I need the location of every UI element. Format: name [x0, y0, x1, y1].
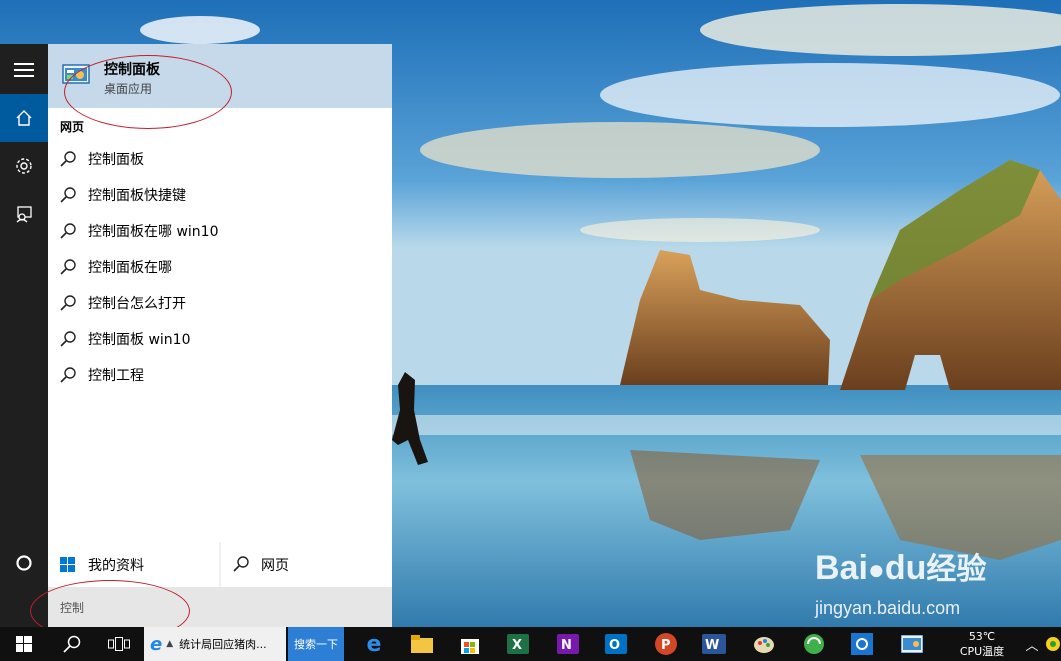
watermark-brand-2: du: [884, 549, 927, 587]
browser-icon[interactable]: [792, 627, 836, 661]
suggestion-text: 控制面板: [88, 152, 144, 168]
control-panel-icon[interactable]: [890, 627, 934, 661]
svg-text:W: W: [705, 638, 719, 653]
search-icon: [60, 187, 76, 207]
baidu-watermark: Bai●du经验 jingyan.baidu.com: [815, 550, 986, 619]
search-icon: [60, 259, 76, 279]
suggestion-item[interactable]: 控制面板 win10: [48, 321, 392, 357]
search-input[interactable]: [58, 595, 382, 619]
svg-text:O: O: [609, 638, 620, 653]
cortana-icon[interactable]: [0, 539, 48, 587]
edge-icon[interactable]: e: [352, 627, 396, 661]
cpu-temperature-label: CPU温度: [959, 644, 1005, 658]
suggestion-item[interactable]: 控制面板: [48, 141, 392, 177]
cpu-temperature-widget[interactable]: 53℃ CPU温度: [944, 627, 1020, 661]
search-icon: [60, 331, 76, 351]
feedback-icon[interactable]: [0, 190, 48, 238]
suggestion-item[interactable]: 控制面板在哪 win10: [48, 213, 392, 249]
watermark-brand: Bai: [815, 549, 868, 587]
svg-text:P: P: [661, 638, 671, 653]
powerpoint-icon[interactable]: P: [644, 627, 688, 661]
search-icon: [60, 151, 76, 171]
chevron-up-icon[interactable]: ︿: [1022, 627, 1042, 661]
tray-app-icon[interactable]: [1044, 627, 1061, 661]
search-go-label: 搜索一下: [294, 638, 338, 651]
best-match-control-panel[interactable]: 控制面板 桌面应用: [48, 44, 392, 108]
home-icon[interactable]: [0, 94, 48, 142]
dropdown-icon: ▲: [166, 639, 174, 649]
settings-icon[interactable]: [840, 627, 884, 661]
web-section-label: 网页: [60, 120, 85, 134]
suggestion-item[interactable]: 控制台怎么打开: [48, 285, 392, 321]
suggestion-text: 控制面板快捷键: [88, 188, 186, 204]
suggestion-text: 控制台怎么打开: [88, 296, 186, 312]
ie-window-title: 统计局回应猪肉...: [179, 638, 267, 651]
task-view-icon[interactable]: [96, 627, 142, 661]
start-button[interactable]: [0, 627, 48, 661]
cpu-temperature-value: 53℃: [968, 629, 996, 643]
suggestion-text: 控制面板在哪 win10: [88, 224, 219, 240]
control-panel-icon: [62, 64, 90, 86]
best-match-title: 控制面板: [104, 62, 160, 78]
taskbar: e ▲ 统计局回应猪肉... 搜索一下 e X N O P W 53℃ CPU温…: [0, 627, 1061, 661]
search-results-panel: 控制面板 桌面应用 网页 控制面板 控制面板快捷键 控制面板在哪 win10 控…: [48, 44, 392, 627]
web-filter-label: 网页: [261, 558, 289, 574]
search-icon: [60, 367, 76, 387]
svg-text:X: X: [512, 638, 522, 653]
file-explorer-icon[interactable]: [400, 627, 444, 661]
suggestion-item[interactable]: 控制工程: [48, 357, 392, 393]
search-box[interactable]: [48, 587, 392, 627]
search-icon: [233, 556, 249, 576]
windows-logo-icon: [60, 557, 75, 576]
best-match-subtitle: 桌面应用: [104, 82, 153, 96]
gear-icon[interactable]: [0, 142, 48, 190]
store-icon[interactable]: [448, 627, 492, 661]
suggestion-text: 控制面板 win10: [88, 332, 191, 348]
paint-icon[interactable]: [742, 627, 786, 661]
search-go-button[interactable]: 搜索一下: [288, 627, 344, 661]
watermark-url: jingyan.baidu.com: [815, 598, 961, 618]
ie-icon: e: [150, 633, 163, 655]
ie-window-button[interactable]: e ▲ 统计局回应猪肉...: [144, 627, 286, 661]
outlook-icon[interactable]: O: [594, 627, 638, 661]
search-icon: [60, 223, 76, 243]
excel-icon[interactable]: X: [496, 627, 540, 661]
search-icon[interactable]: [50, 627, 94, 661]
paw-icon: ●: [867, 554, 885, 585]
my-stuff-button[interactable]: 我的资料: [48, 542, 219, 587]
windows-logo-icon: [16, 636, 32, 652]
menu-icon[interactable]: [0, 46, 48, 94]
web-filter-button[interactable]: 网页: [221, 542, 392, 587]
onenote-icon[interactable]: N: [546, 627, 590, 661]
search-filter-bar: 我的资料 网页: [48, 542, 392, 587]
word-icon[interactable]: W: [692, 627, 736, 661]
suggestion-item[interactable]: 控制面板在哪: [48, 249, 392, 285]
svg-text:N: N: [561, 638, 572, 653]
start-menu-rail: [0, 44, 48, 627]
suggestion-item[interactable]: 控制面板快捷键: [48, 177, 392, 213]
suggestion-text: 控制工程: [88, 368, 144, 384]
suggestion-text: 控制面板在哪: [88, 260, 172, 276]
my-stuff-label: 我的资料: [88, 558, 144, 574]
watermark-suffix: 经验: [926, 553, 987, 586]
search-icon: [60, 295, 76, 315]
